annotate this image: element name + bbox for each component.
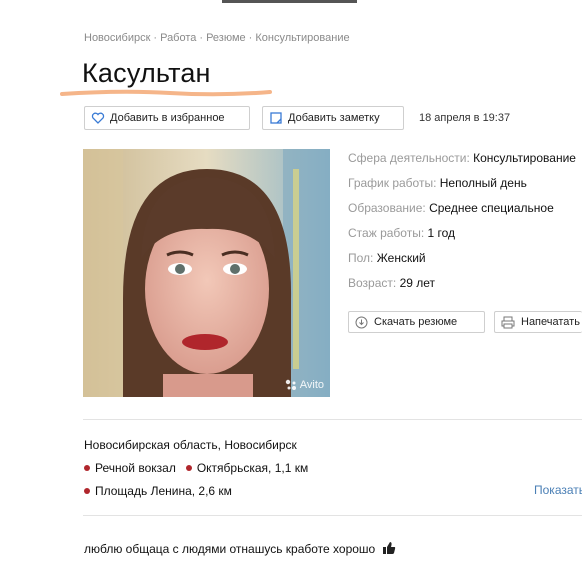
param-label: Пол:	[348, 251, 374, 265]
breadcrumb-separator: ·	[248, 32, 253, 44]
avito-watermark: Avito	[285, 379, 324, 391]
resume-description: люблю общаца с людями отнашусь кработе х…	[84, 541, 396, 556]
metro-stations-row: Площадь Ленина, 2,6 км	[84, 484, 232, 498]
add-to-favorites-button[interactable]: Добавить в избранное	[84, 106, 250, 130]
thumbs-up-icon	[382, 542, 395, 554]
location-address: Новосибирская область, Новосибирск	[84, 438, 297, 452]
param-label: Стаж работы:	[348, 226, 425, 240]
print-button[interactable]: Напечатать	[494, 311, 582, 333]
download-resume-label: Скачать резюме	[374, 316, 458, 328]
param-label: Возраст:	[348, 276, 397, 290]
profile-photo-image	[83, 149, 330, 397]
breadcrumb: Новосибирск · Работа · Резюме · Консультирован…	[84, 32, 350, 44]
add-to-favorites-label: Добавить в избранное	[110, 112, 225, 124]
param-row-field: Сфера деятельности: Консультирование	[348, 150, 582, 175]
param-row-education: Образование: Среднее специальное	[348, 200, 582, 225]
metro-station-name: Площадь Ленина	[95, 484, 192, 498]
param-row-age: Возраст: 29 лет	[348, 275, 582, 300]
metro-stations-row: Речной вокзал Октябрьская, 1,1 км	[84, 461, 308, 475]
note-icon	[270, 112, 282, 124]
add-note-label: Добавить заметку	[288, 112, 380, 124]
param-value: Женский	[376, 251, 426, 265]
breadcrumb-item-city[interactable]: Новосибирск	[84, 32, 150, 44]
breadcrumb-separator: ·	[199, 32, 204, 44]
breadcrumb-item-section[interactable]: Резюме	[206, 32, 246, 44]
heart-icon	[91, 112, 105, 124]
param-row-experience: Стаж работы: 1 год	[348, 225, 582, 250]
param-value: 1 год	[427, 226, 456, 240]
metro-dot-icon	[84, 464, 90, 471]
description-text: люблю общаца с людями отнашусь кработе х…	[84, 542, 376, 556]
metro-station-name: Речной вокзал	[95, 461, 176, 475]
metro-station-distance: , 1,1 км	[268, 461, 309, 475]
print-label: Напечатать	[521, 316, 580, 328]
add-note-button[interactable]: Добавить заметку	[262, 106, 404, 130]
breadcrumb-item-category[interactable]: Работа	[160, 32, 196, 44]
param-value: 29 лет	[399, 276, 436, 290]
divider	[83, 515, 582, 516]
top-edge-bar	[222, 0, 357, 3]
param-value: Консультирование	[473, 151, 576, 165]
param-label: График работы:	[348, 176, 437, 190]
breadcrumb-item-subcategory[interactable]: Консультирование	[255, 32, 349, 44]
avito-watermark-text: Avito	[299, 379, 324, 391]
metro-station-name: Октябрьская	[196, 461, 269, 475]
divider	[83, 419, 582, 420]
profile-photo[interactable]: Avito	[83, 149, 330, 397]
metro-dot-icon	[185, 464, 192, 471]
metro-dot-icon	[84, 487, 90, 494]
page-title: Касультан	[82, 58, 211, 88]
download-icon	[355, 316, 368, 328]
posted-date: 18 апреля в 19:37	[419, 112, 511, 124]
title-highlight-underline	[60, 89, 272, 97]
breadcrumb-separator: ·	[153, 32, 158, 44]
param-value: Среднее специальное	[429, 201, 554, 215]
param-row-gender: Пол: Женский	[348, 250, 582, 275]
metro-station-distance: , 2,6 км	[191, 484, 232, 498]
avito-logo-icon	[285, 379, 296, 390]
param-value: Неполный день	[439, 176, 527, 190]
download-resume-button[interactable]: Скачать резюме	[348, 311, 485, 333]
show-map-link[interactable]: Показать	[534, 483, 582, 497]
printer-icon	[501, 316, 515, 328]
resume-params: Сфера деятельности: Консультирование Гра…	[348, 150, 582, 300]
param-row-schedule: График работы: Неполный день	[348, 175, 582, 200]
param-label: Образование:	[348, 201, 426, 215]
param-label: Сфера деятельности:	[348, 151, 470, 165]
